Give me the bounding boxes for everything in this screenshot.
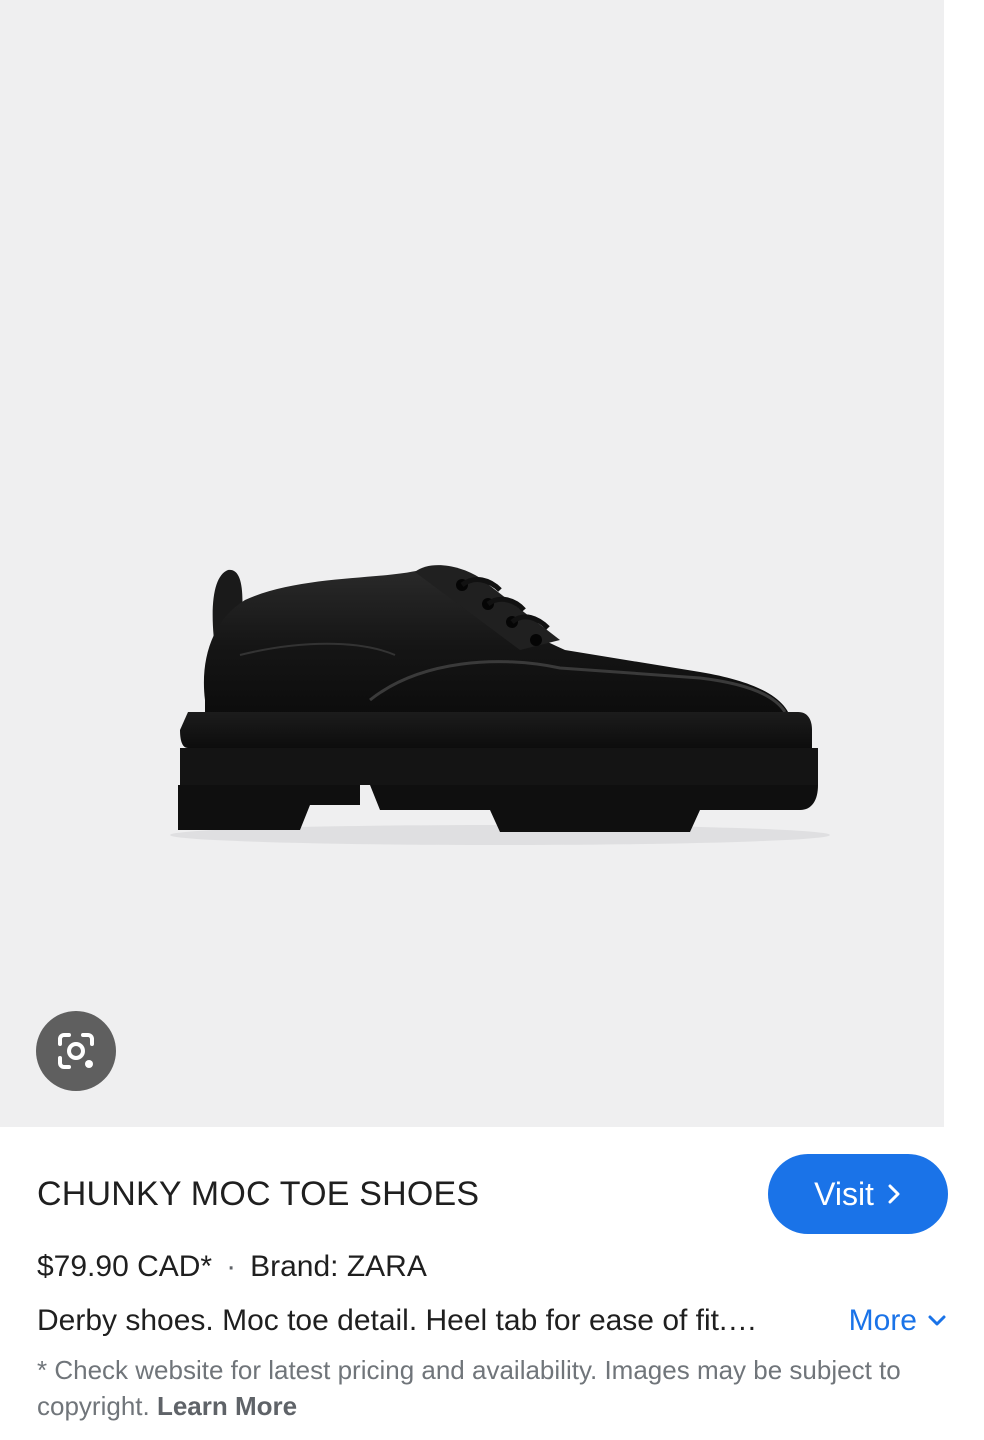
more-button-label: More	[848, 1304, 917, 1337]
product-title: CHUNKY MOC TOE SHOES	[37, 1175, 480, 1213]
google-lens-icon	[58, 1033, 94, 1069]
google-lens-button[interactable]	[36, 1011, 116, 1091]
visit-button[interactable]: Visit	[768, 1154, 948, 1234]
image-side-gutter	[944, 0, 984, 1127]
product-description: Derby shoes. Moc toe detail. Heel tab fo…	[37, 1304, 758, 1337]
product-image[interactable]	[0, 0, 944, 1127]
product-brand: Brand: ZARA	[250, 1250, 427, 1283]
chevron-down-icon	[928, 1315, 946, 1326]
product-info-panel: CHUNKY MOC TOE SHOES Visit $79.90 CAD* ·…	[0, 1127, 984, 1440]
chevron-right-icon	[888, 1184, 900, 1204]
visit-button-label: Visit	[814, 1175, 874, 1212]
description-row: Derby shoes. Moc toe detail. Heel tab fo…	[37, 1304, 947, 1338]
product-price: $79.90 CAD*	[37, 1250, 213, 1283]
more-button[interactable]: More	[849, 1304, 947, 1338]
price-brand-row: $79.90 CAD* · Brand: ZARA	[37, 1250, 427, 1284]
learn-more-link[interactable]: Learn More	[157, 1391, 297, 1421]
disclaimer: * Check website for latest pricing and a…	[37, 1352, 947, 1424]
separator-dot: ·	[226, 1250, 237, 1283]
product-result-page: CHUNKY MOC TOE SHOES Visit $79.90 CAD* ·…	[0, 0, 984, 1440]
